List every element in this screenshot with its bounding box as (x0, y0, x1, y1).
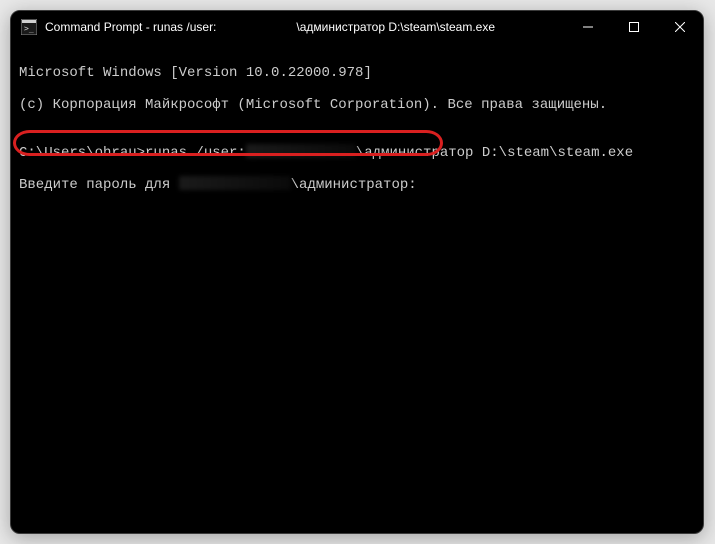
title-suffix: \администратор D:\steam\steam.exe (296, 20, 495, 34)
prompt-suffix: \администратор D:\steam\steam.exe (356, 145, 633, 161)
command-prompt-window: >_ Command Prompt - runas /user: \админис… (10, 10, 704, 534)
version-line: Microsoft Windows [Version 10.0.22000.97… (19, 65, 695, 81)
prompt-prefix: C:\Users\ohrau>runas /user: (19, 145, 246, 161)
copyright-line: (c) Корпорация Майкрософт (Microsoft Cor… (19, 97, 695, 113)
close-button[interactable] (657, 11, 703, 43)
titlebar[interactable]: >_ Command Prompt - runas /user: \админис… (11, 11, 703, 43)
redacted-user-cmd (246, 144, 356, 158)
cmd-icon: >_ (21, 19, 37, 35)
title-prefix: Command Prompt - runas /user: (45, 20, 216, 34)
redacted-user-pwd (179, 176, 291, 190)
terminal-output[interactable]: Microsoft Windows [Version 10.0.22000.97… (11, 43, 703, 533)
runas-command-line: C:\Users\ohrau>runas /user: \администрато… (19, 145, 695, 161)
maximize-button[interactable] (611, 11, 657, 43)
redacted-user-title (216, 21, 296, 33)
password-prompt-line: Введите пароль для \администратор: (19, 177, 695, 193)
password-suffix: \администратор: (291, 177, 417, 193)
minimize-button[interactable] (565, 11, 611, 43)
password-prefix: Введите пароль для (19, 177, 179, 193)
svg-text:>_: >_ (24, 24, 34, 33)
window-title: Command Prompt - runas /user: \администра… (45, 20, 565, 34)
window-controls (565, 11, 703, 43)
